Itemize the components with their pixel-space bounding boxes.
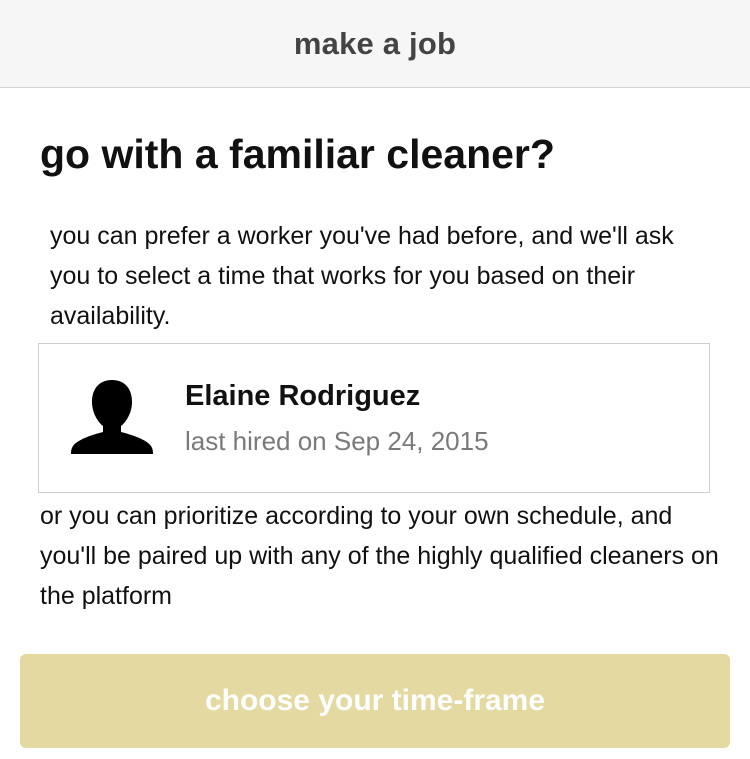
alternative-text: or you can prioritize according to your … [40, 502, 719, 610]
headline: go with a familiar cleaner? [40, 131, 555, 177]
page-title: make a job [293, 25, 457, 61]
navigation-bar: make a job [0, 0, 750, 88]
worker-name: Elaine Rodriguez [185, 380, 421, 412]
choose-time-frame-button[interactable]: choose your time-frame [20, 654, 730, 748]
worker-last-hired: last hired on Sep 24, 2015 [185, 426, 489, 456]
intro-text: you can prefer a worker you've had befor… [50, 222, 674, 330]
worker-card[interactable]: Elaine Rodriguez last hired on Sep 24, 2… [38, 343, 710, 493]
person-silhouette-icon [71, 380, 153, 454]
